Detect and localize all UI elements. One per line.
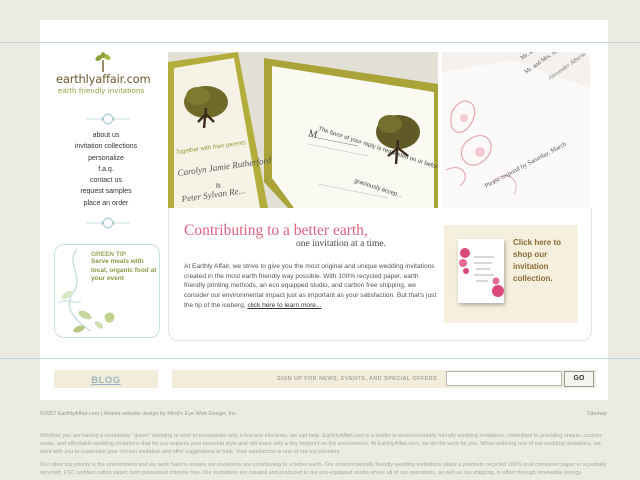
logo-tagline: earth friendly invitations xyxy=(58,86,145,95)
main-body: At Earthly Affair, we strive to give you… xyxy=(184,262,440,311)
blog-label[interactable]: BLOG xyxy=(91,375,120,386)
nav-contact-us[interactable]: contact us xyxy=(60,175,152,186)
nav-place-an-order[interactable]: place an order xyxy=(60,198,152,209)
footer-paragraph-2: Our other top priority is the environmen… xyxy=(40,462,607,476)
shop-collection-promo[interactable]: Click here to shop our invitation collec… xyxy=(444,225,578,323)
green-tip-title: GREEN TIP xyxy=(91,251,127,258)
promo-text[interactable]: Click here to shop our invitation collec… xyxy=(513,237,575,285)
nav-invitation-collections[interactable]: invitation collections xyxy=(60,141,152,152)
nav-about-us[interactable]: about us xyxy=(60,130,152,141)
footer-paragraph-1: Whether you are having a completely "gre… xyxy=(40,433,603,455)
green-tip-text: Serve meals with local, organic food at … xyxy=(91,258,157,282)
email-signup-input[interactable] xyxy=(446,371,562,386)
learn-more-link[interactable]: click here to learn more... xyxy=(247,302,321,309)
tree-icon xyxy=(95,52,111,72)
blog-link[interactable]: BLOG xyxy=(54,370,158,388)
sitemap-link[interactable]: Sitemap xyxy=(587,411,607,417)
green-tip-box: GREEN TIP Serve meals with local, organi… xyxy=(54,244,160,338)
tree-invitation-illustration-icon: Together with their parents Carolyn Jami… xyxy=(168,52,438,208)
nav-faq[interactable]: f.a.q. xyxy=(60,164,152,175)
main-subhead: one invitation at a time. xyxy=(296,239,386,249)
header-rule xyxy=(0,42,640,43)
ornament-divider-icon xyxy=(86,113,130,125)
go-button[interactable]: GO xyxy=(564,371,594,387)
ornament-divider-icon xyxy=(86,217,130,229)
copyright-text: ©2007 EarthlyAffair.com | Atlanta websit… xyxy=(40,411,238,417)
top-band xyxy=(0,0,640,20)
footer-rule xyxy=(0,358,640,359)
nav-request-samples[interactable]: request samples xyxy=(60,186,152,197)
main-headline: Contributing to a better earth, xyxy=(184,222,368,239)
main-nav: about us invitation collections personal… xyxy=(60,130,152,209)
logo-wordmark: earthlyaffair.com xyxy=(56,72,151,86)
newsletter-signup: SIGN UP FOR NEWS, EVENTS, AND SPECIAL OF… xyxy=(172,370,596,388)
promo-invitation-thumbnail[interactable] xyxy=(458,239,504,303)
invitation-photo-pink: Mr. and Mrs. J... Mr. and Mrs. Ja... Ale… xyxy=(442,52,590,208)
nav-personalize[interactable]: personalize xyxy=(60,153,152,164)
signup-label: SIGN UP FOR NEWS, EVENTS, AND SPECIAL OF… xyxy=(277,376,438,382)
invitation-photo-tree: Together with their parents Carolyn Jami… xyxy=(168,52,438,208)
invitation-thumbnail-icon xyxy=(458,239,504,303)
site-logo[interactable]: earthlyaffair.com earth friendly invitat… xyxy=(56,52,160,96)
pink-invitation-illustration-icon: Mr. and Mrs. J... Mr. and Mrs. Ja... Ale… xyxy=(442,52,590,208)
